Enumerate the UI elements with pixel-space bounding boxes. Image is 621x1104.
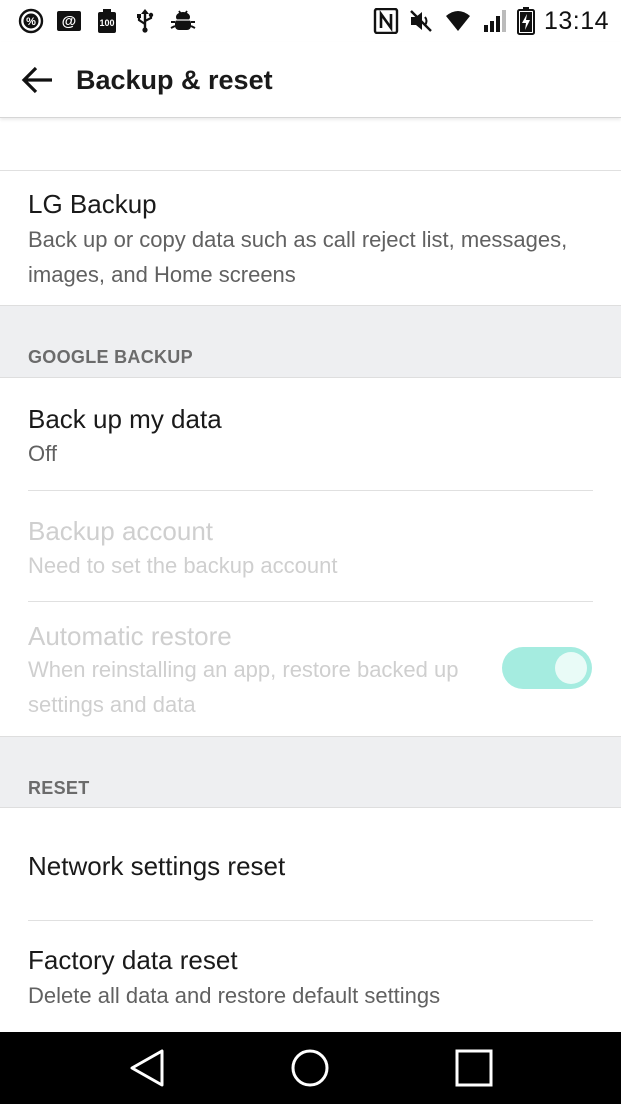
svg-text:@: @	[62, 13, 77, 30]
app-bar: Backup & reset	[0, 42, 621, 118]
nfc-icon	[373, 8, 399, 34]
system-status-icons: 13:14	[373, 6, 609, 36]
lg-backup-subtitle: Back up or copy data such as call reject…	[28, 227, 568, 287]
navigation-bar	[0, 1032, 621, 1104]
back-up-my-data-item[interactable]: Back up my data Off	[0, 379, 621, 490]
factory-data-reset-item[interactable]: Factory data reset Delete all data and r…	[0, 921, 621, 1032]
toggle-knob	[555, 652, 587, 684]
battery-100-icon: 100	[98, 9, 116, 33]
automatic-restore-toggle[interactable]	[502, 647, 592, 689]
wifi-icon	[445, 11, 470, 31]
network-settings-reset-title: Network settings reset	[28, 851, 286, 881]
automatic-restore-subtitle: When reinstalling an app, restore backed…	[28, 657, 459, 717]
svg-text:%: %	[26, 16, 36, 28]
page-title: Backup & reset	[76, 65, 273, 95]
percent-icon: %	[18, 8, 44, 34]
notification-icons: % @ 100	[18, 7, 196, 35]
network-settings-reset-item[interactable]: Network settings reset	[0, 809, 621, 920]
clock: 13:14	[543, 6, 609, 35]
backup-account-subtitle: Need to set the backup account	[28, 553, 338, 578]
battery-charging-icon	[516, 7, 535, 35]
android-debug-icon	[170, 10, 196, 30]
automatic-restore-title: Automatic restore	[28, 621, 232, 651]
mute-icon	[410, 10, 432, 32]
factory-data-reset-title: Factory data reset	[28, 945, 238, 975]
signal-icon	[483, 10, 506, 32]
home-circle-icon[interactable]	[288, 1046, 332, 1090]
factory-data-reset-subtitle: Delete all data and restore default sett…	[28, 983, 441, 1008]
recents-square-icon[interactable]	[452, 1046, 496, 1090]
back-up-my-data-value: Off	[28, 441, 57, 466]
google-backup-section-header: GOOGLE BACKUP	[0, 305, 621, 378]
google-backup-header: GOOGLE BACKUP	[28, 347, 193, 367]
reset-section-header: RESET	[0, 736, 621, 808]
svg-text:100: 100	[99, 18, 114, 28]
lg-backup-title: LG Backup	[28, 189, 157, 219]
backup-account-title: Backup account	[28, 516, 214, 546]
arrow-back-icon[interactable]	[18, 60, 58, 100]
back-triangle-icon[interactable]	[125, 1046, 169, 1090]
status-bar: % @ 100 13:14	[0, 0, 621, 42]
backup-account-item: Backup account Need to set the backup ac…	[0, 491, 621, 601]
reset-header: RESET	[28, 778, 90, 798]
usb-icon	[137, 9, 154, 33]
back-up-my-data-title: Back up my data	[28, 404, 222, 434]
lg-backup-item[interactable]: LG Backup Back up or copy data such as c…	[0, 171, 621, 305]
at-icon: @	[57, 11, 81, 31]
